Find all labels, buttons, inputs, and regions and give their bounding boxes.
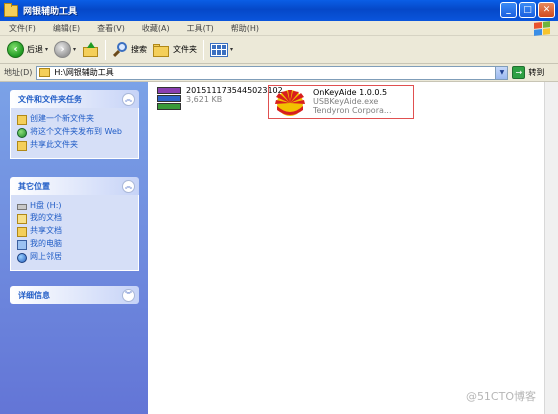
menu-edit[interactable]: 编辑(E)	[53, 23, 80, 34]
file-description: USBKeyAide.exe	[313, 97, 379, 106]
folder-icon	[39, 68, 51, 77]
task-share-folder[interactable]: 共享此文件夹	[17, 140, 132, 151]
search-button[interactable]: 搜索	[109, 38, 150, 62]
new-folder-icon	[17, 115, 27, 125]
menu-tools[interactable]: 工具(T)	[187, 23, 214, 34]
places-panel: 其它位置 ︽ H盘 (H:) 我的文档 共享文档 我的电脑 网上邻居	[10, 177, 139, 271]
window-title: 网银辅助工具	[23, 7, 78, 17]
task-label: 共享此文件夹	[30, 140, 78, 149]
file-item-archive[interactable]: 2015111735445023102 3,621 KB	[156, 86, 283, 112]
place-drive-h[interactable]: H盘 (H:)	[17, 201, 132, 211]
search-label: 搜索	[131, 45, 148, 54]
task-new-folder[interactable]: 创建一个新文件夹	[17, 114, 132, 125]
forward-button[interactable]: › ▾	[51, 38, 79, 62]
menu-help[interactable]: 帮助(H)	[231, 23, 259, 34]
drive-icon	[17, 204, 27, 210]
place-label: 共享文档	[30, 226, 62, 235]
petrochina-logo-icon	[275, 90, 305, 116]
tasks-panel-title: 文件和文件夹任务	[18, 94, 82, 104]
folders-button[interactable]: 文件夹	[150, 38, 200, 62]
back-button[interactable]: ‹ 后退 ▾	[4, 38, 51, 62]
tasks-panel-header[interactable]: 文件和文件夹任务 ︽	[10, 90, 139, 108]
forward-arrow-icon: ›	[54, 41, 72, 58]
tasks-panel: 文件和文件夹任务 ︽ 创建一个新文件夹 将这个文件夹发布到 Web 共享此文件夹	[10, 90, 139, 159]
address-input[interactable]: H:\网银辅助工具 ▼	[36, 65, 509, 80]
place-label: 网上邻居	[30, 252, 62, 261]
go-button[interactable]: → 转到	[512, 66, 544, 79]
place-my-documents[interactable]: 我的文档	[17, 213, 132, 224]
chevron-down-icon[interactable]: ▾	[45, 46, 48, 53]
go-label: 转到	[528, 68, 545, 77]
place-label: 我的电脑	[30, 239, 62, 248]
go-arrow-icon: →	[512, 66, 526, 79]
window-controls: _ □ ✕	[500, 2, 555, 18]
title-bar: 网银辅助工具 _ □ ✕	[0, 0, 558, 21]
details-panel: 详细信息 ︾	[10, 286, 139, 304]
menu-favorites[interactable]: 收藏(A)	[142, 23, 170, 34]
back-label: 后退	[27, 45, 43, 54]
file-name: OnKeyAide 1.0.0.5	[313, 88, 388, 97]
windows-logo-icon	[534, 21, 550, 36]
file-item-exe[interactable]: OnKeyAide 1.0.0.5 USBKeyAide.exe Tendyro…	[268, 85, 414, 119]
task-label: 创建一个新文件夹	[30, 114, 94, 123]
toolbar-separator	[105, 39, 107, 60]
shared-folder-icon	[17, 227, 27, 237]
scrollbar[interactable]	[544, 82, 558, 414]
details-panel-header[interactable]: 详细信息 ︾	[10, 286, 139, 304]
task-label: 将这个文件夹发布到 Web	[30, 127, 122, 136]
close-button[interactable]: ✕	[538, 2, 555, 18]
views-button[interactable]: ▾	[207, 38, 236, 62]
minimize-button[interactable]: _	[500, 2, 517, 18]
menu-file[interactable]: 文件(F)	[9, 23, 36, 34]
share-folder-icon	[17, 141, 27, 151]
maximize-button[interactable]: □	[519, 2, 536, 18]
up-button[interactable]	[79, 38, 102, 62]
place-shared-documents[interactable]: 共享文档	[17, 226, 132, 237]
task-pane: 文件和文件夹任务 ︽ 创建一个新文件夹 将这个文件夹发布到 Web 共享此文件夹…	[0, 82, 148, 414]
chevron-down-icon[interactable]: ▾	[73, 46, 76, 53]
folder-up-icon	[82, 41, 99, 58]
documents-icon	[17, 214, 27, 224]
task-publish-web[interactable]: 将这个文件夹发布到 Web	[17, 127, 132, 138]
watermark: @51CTO博客	[465, 390, 536, 403]
computer-icon	[17, 240, 27, 250]
folder-icon	[4, 2, 18, 17]
details-panel-title: 详细信息	[18, 290, 50, 300]
place-network[interactable]: 网上邻居	[17, 252, 132, 263]
address-label: 地址(D)	[4, 68, 33, 77]
search-icon	[112, 41, 129, 58]
address-bar: 地址(D) H:\网银辅助工具 ▼ → 转到	[0, 64, 558, 82]
file-company: Tendyron Corpora...	[313, 106, 392, 115]
network-icon	[17, 253, 27, 263]
file-info: OnKeyAide 1.0.0.5 USBKeyAide.exe Tendyro…	[313, 88, 392, 116]
menu-view[interactable]: 查看(V)	[97, 23, 125, 34]
back-arrow-icon: ‹	[7, 41, 24, 58]
place-label: H盘 (H:)	[30, 201, 62, 210]
views-icon	[210, 42, 229, 57]
toolbar-separator	[203, 39, 205, 60]
address-path: H:\网银辅助工具	[54, 68, 114, 77]
collapse-icon[interactable]: ︽	[122, 179, 135, 193]
file-list: 2015111735445023102 3,621 KB OnKeyAide 1…	[148, 82, 544, 414]
places-panel-header[interactable]: 其它位置 ︽	[10, 177, 139, 195]
chevron-down-icon[interactable]: ▼	[495, 66, 508, 79]
place-label: 我的文档	[30, 213, 62, 222]
collapse-icon[interactable]: ︽	[122, 92, 135, 106]
expand-icon[interactable]: ︾	[122, 288, 135, 302]
web-publish-icon	[17, 128, 27, 138]
place-my-computer[interactable]: 我的电脑	[17, 239, 132, 250]
menu-bar: 文件(F) 编辑(E) 查看(V) 收藏(A) 工具(T) 帮助(H)	[0, 21, 558, 36]
places-panel-body: H盘 (H:) 我的文档 共享文档 我的电脑 网上邻居	[10, 195, 139, 271]
chevron-down-icon[interactable]: ▾	[230, 46, 233, 53]
tasks-panel-body: 创建一个新文件夹 将这个文件夹发布到 Web 共享此文件夹	[10, 108, 139, 159]
toolbar: ‹ 后退 ▾ › ▾ 搜索 文件夹 ▾	[0, 36, 558, 64]
places-panel-title: 其它位置	[18, 181, 50, 191]
folders-icon	[153, 43, 170, 57]
rar-archive-icon	[156, 86, 182, 112]
folders-label: 文件夹	[173, 45, 198, 54]
